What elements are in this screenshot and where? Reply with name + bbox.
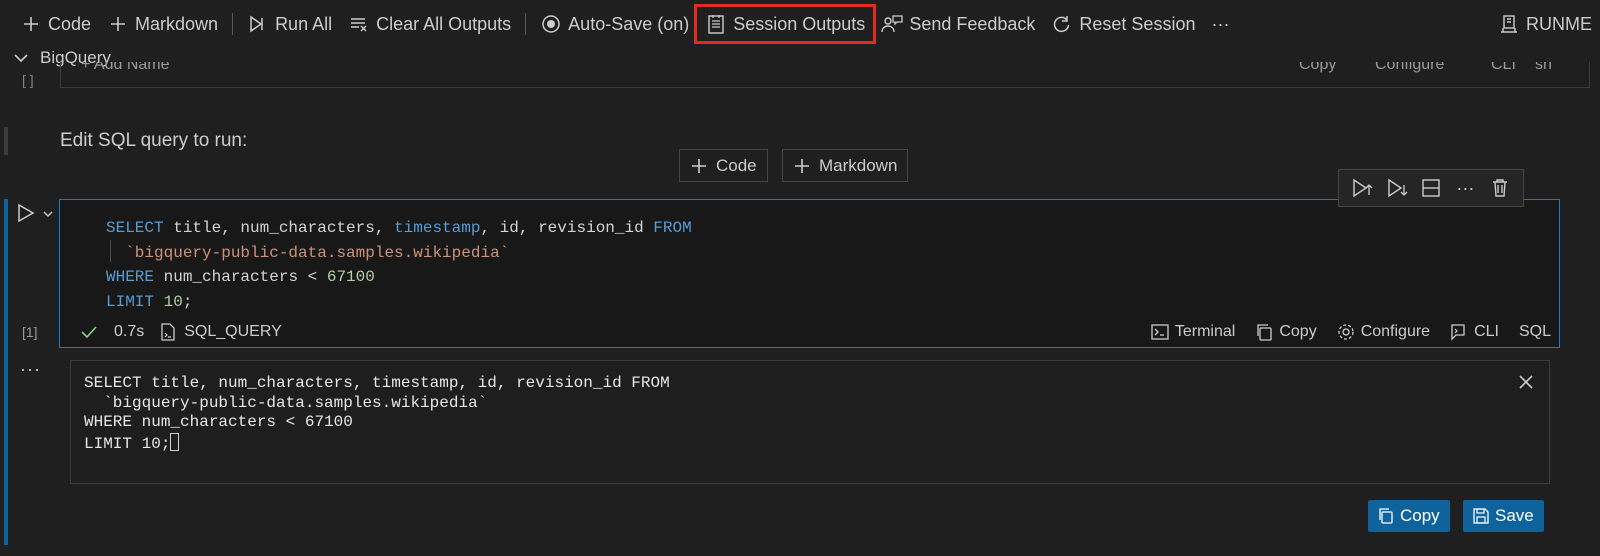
run-all-label: Run All xyxy=(275,13,333,34)
feedback-icon xyxy=(881,13,903,35)
execution-count: [1] xyxy=(22,324,38,340)
configure-button[interactable]: Configure xyxy=(1337,323,1430,341)
plus-icon xyxy=(20,13,42,35)
cell-name[interactable]: SQL_QUERY xyxy=(160,323,282,341)
text-cursor xyxy=(170,432,180,451)
toolbar-divider xyxy=(232,13,234,35)
session-outputs-button[interactable]: Session Outputs xyxy=(694,4,877,44)
runme-button[interactable]: RUNME xyxy=(1490,7,1600,41)
code-line: LIMIT 10; xyxy=(106,292,193,311)
record-icon xyxy=(540,13,562,35)
prev-copy-button[interactable]: Copy xyxy=(1299,62,1336,74)
output-editor[interactable]: SELECT title, num_characters, timestamp,… xyxy=(70,360,1550,484)
insert-code-button[interactable]: Code xyxy=(679,149,768,182)
add-markdown-label: Markdown xyxy=(135,13,219,34)
code-line: WHERE num_characters < 67100 xyxy=(106,268,375,286)
trash-icon[interactable] xyxy=(1489,177,1511,199)
clear-all-outputs-label: Clear All Outputs xyxy=(376,13,512,34)
refresh-icon xyxy=(1051,13,1073,35)
notebook-icon xyxy=(705,13,727,35)
prev-cell-execution-count: [ ] xyxy=(22,72,34,88)
success-check-icon xyxy=(80,323,98,341)
reset-session-label: Reset Session xyxy=(1079,13,1196,34)
more-icon: ··· xyxy=(1211,13,1230,34)
run-all-icon xyxy=(247,13,269,35)
cell-status-bar: 0.7s SQL_QUERY Terminal Copy Configure C… xyxy=(60,318,1559,346)
plus-icon xyxy=(107,13,129,35)
add-code-label: Code xyxy=(48,13,92,34)
cli-button[interactable]: CLI xyxy=(1450,323,1499,341)
execution-duration: 0.7s xyxy=(114,323,145,340)
execute-below-icon[interactable] xyxy=(1386,177,1408,199)
markdown-cell-text[interactable]: Edit SQL query to run: xyxy=(60,130,247,152)
copy-icon xyxy=(1378,508,1394,524)
reset-session-button[interactable]: Reset Session xyxy=(1043,7,1203,41)
file-icon xyxy=(160,323,178,341)
markdown-cell-gutter xyxy=(4,127,8,155)
add-code-button[interactable]: Code xyxy=(12,7,99,41)
play-icon xyxy=(16,203,36,228)
language-selector[interactable]: SQL xyxy=(1519,323,1551,341)
send-feedback-button[interactable]: Send Feedback xyxy=(873,7,1043,41)
notebook-toolbar: Code Markdown Run All Clear All Outputs … xyxy=(0,0,1600,48)
run-all-button[interactable]: Run All xyxy=(239,7,340,41)
output-copy-button[interactable]: Copy xyxy=(1368,500,1450,532)
output-save-button[interactable]: Save xyxy=(1463,500,1544,532)
send-feedback-label: Send Feedback xyxy=(909,13,1036,34)
output-text[interactable]: SELECT title, num_characters, timestamp,… xyxy=(84,374,670,454)
insert-markdown-button[interactable]: Markdown xyxy=(782,149,909,182)
terminal-icon xyxy=(1151,323,1169,341)
execute-above-icon[interactable] xyxy=(1351,177,1373,199)
auto-save-label: Auto-Save (on) xyxy=(568,13,690,34)
code-cell[interactable]: SELECT title, num_characters, timestamp,… xyxy=(59,199,1560,348)
more-icon[interactable]: ··· xyxy=(1454,177,1476,199)
code-editor[interactable]: SELECT title, num_characters, timestamp,… xyxy=(106,216,692,314)
chevron-down-icon xyxy=(12,49,30,67)
save-icon xyxy=(1473,508,1489,524)
split-cell-icon[interactable] xyxy=(1420,177,1442,199)
prev-cli-button[interactable]: CLI xyxy=(1491,62,1516,74)
output-copy-label: Copy xyxy=(1400,506,1440,525)
output-menu-icon[interactable]: ··· xyxy=(20,359,41,380)
prev-lang-label: sh xyxy=(1535,62,1552,73)
copy-icon xyxy=(1255,323,1273,341)
add-markdown-button[interactable]: Markdown xyxy=(99,7,226,41)
gear-icon xyxy=(1337,323,1355,341)
auto-save-button[interactable]: Auto-Save (on) xyxy=(532,7,697,41)
clear-all-icon xyxy=(348,13,370,35)
code-line: `bigquery-public-data.samples.wikipedia` xyxy=(125,243,510,262)
clear-all-outputs-button[interactable]: Clear All Outputs xyxy=(340,7,519,41)
session-outputs-label: Session Outputs xyxy=(733,13,866,34)
more-actions-button[interactable]: ··· xyxy=(1203,7,1237,41)
cell-toolbar: ··· xyxy=(1338,169,1524,207)
insert-markdown-label: Markdown xyxy=(819,155,898,175)
terminal-button[interactable]: Terminal xyxy=(1151,323,1235,341)
cli-icon xyxy=(1450,323,1468,341)
insert-code-label: Code xyxy=(716,155,757,175)
run-cell-button[interactable] xyxy=(16,203,54,228)
runme-label: RUNME xyxy=(1526,13,1592,34)
runme-icon xyxy=(1498,13,1520,35)
chevron-down-icon[interactable] xyxy=(42,207,54,225)
plus-icon xyxy=(793,157,811,175)
copy-button[interactable]: Copy xyxy=(1255,323,1317,341)
previous-cell: + Add Name Copy Configure CLI sh xyxy=(60,62,1590,88)
add-name-button[interactable]: + Add Name xyxy=(81,62,170,74)
toolbar-divider xyxy=(525,13,527,35)
output-save-label: Save xyxy=(1495,506,1534,525)
plus-icon xyxy=(690,157,708,175)
close-icon[interactable] xyxy=(1517,373,1535,391)
code-line: SELECT title, num_characters, timestamp,… xyxy=(106,219,692,237)
prev-configure-button[interactable]: Configure xyxy=(1375,62,1444,74)
cell-focus-indicator xyxy=(4,199,8,545)
